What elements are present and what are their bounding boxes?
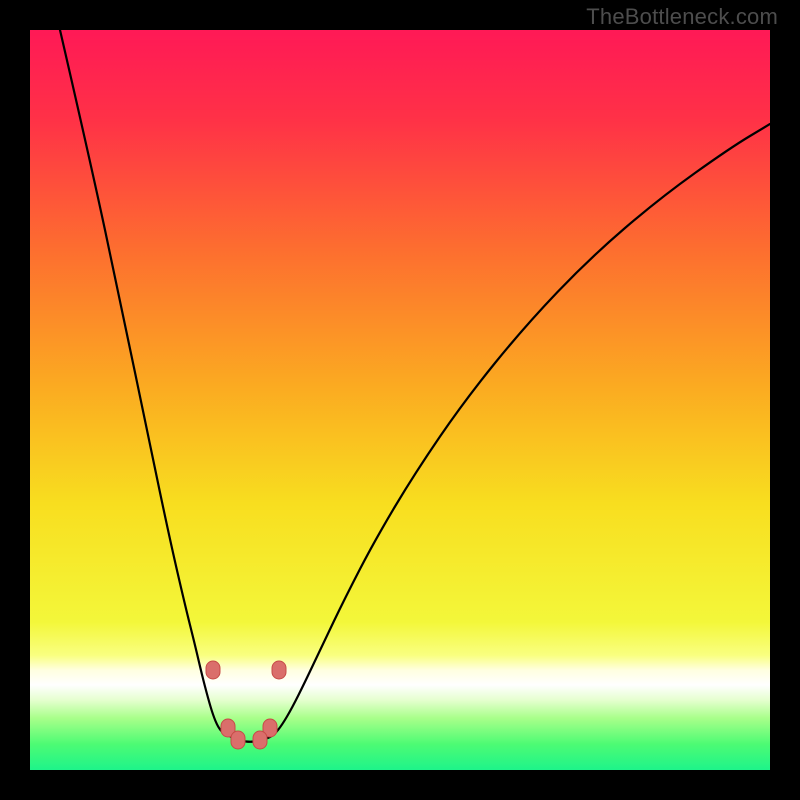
outer-frame: TheBottleneck.com (0, 0, 800, 800)
bottleneck-curve (60, 30, 770, 742)
curve-layer (30, 30, 770, 770)
curve-marker (206, 661, 220, 679)
curve-marker (231, 731, 245, 749)
curve-markers (206, 661, 286, 749)
curve-marker (272, 661, 286, 679)
plot-area (30, 30, 770, 770)
curve-marker (253, 731, 267, 749)
watermark-text: TheBottleneck.com (586, 4, 778, 30)
